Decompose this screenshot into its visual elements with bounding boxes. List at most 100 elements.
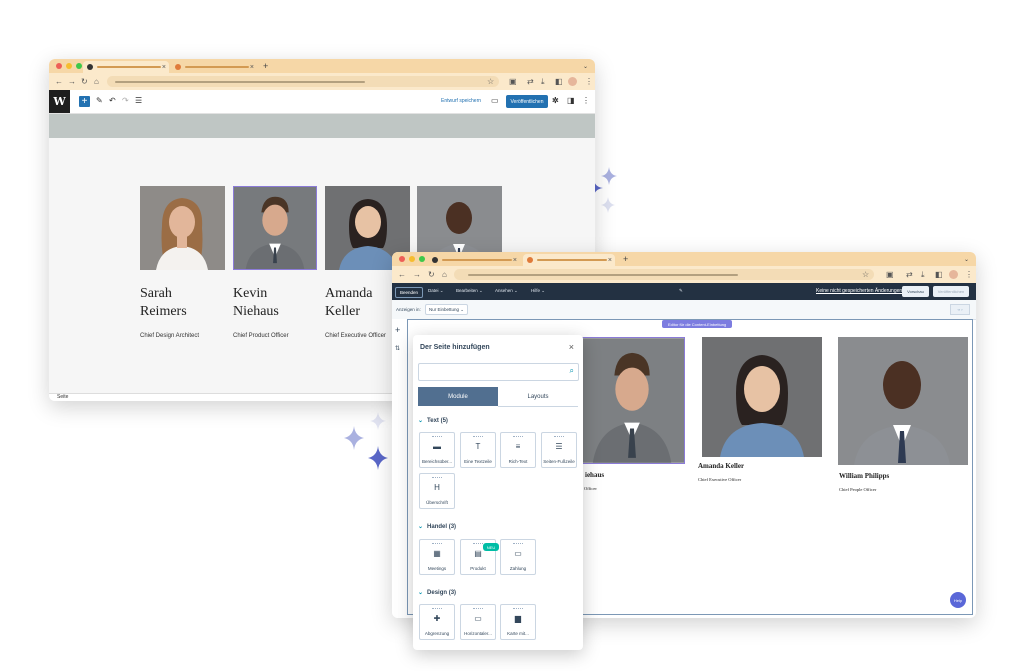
unsaved-changes-link[interactable]: Keine nicht gespeicherten Änderungen [816, 288, 902, 294]
module-divider[interactable]: ✚ Abgrenzung [419, 604, 455, 640]
module-card[interactable]: ▆ Karte mit... [500, 604, 536, 640]
reload-icon[interactable]: ↻ [428, 270, 435, 279]
close-icon[interactable]: × [569, 342, 574, 352]
tab-menu-icon[interactable]: ⌄ [964, 256, 969, 263]
browser-tab-1[interactable]: × [428, 254, 520, 266]
url-field[interactable] [107, 76, 499, 87]
options-icon[interactable]: ⋮ [582, 96, 590, 105]
profile-avatar[interactable] [949, 270, 958, 279]
sidepanel-icon[interactable]: ◧ [935, 270, 943, 279]
person-role: Chief Product Officer [233, 333, 289, 339]
photo-kevin[interactable] [233, 186, 317, 270]
pen-tool-icon[interactable]: ✎ [96, 96, 103, 105]
photo-sarah[interactable] [140, 186, 225, 270]
payment-icon: ▭ [514, 549, 522, 558]
layers-icon[interactable]: ⇅ [395, 345, 400, 352]
bookmark-icon[interactable]: ☆ [487, 77, 494, 86]
panel-title: Der Seite hinzufügen [420, 344, 490, 351]
tab-bar: × × + ⌄ [49, 59, 595, 73]
back-icon[interactable]: ← [55, 77, 63, 86]
hs-role-william: Chief People Officer [839, 487, 877, 492]
browser-menu-icon[interactable]: ⋮ [585, 77, 593, 86]
browser-tab-active[interactable]: × [83, 61, 169, 73]
add-block-button[interactable]: + [79, 96, 90, 107]
translate-icon[interactable]: ⇄ [906, 270, 913, 279]
settings-panel-icon[interactable]: ◨ [567, 96, 575, 105]
expand-icon[interactable]: ‹› › [950, 304, 970, 315]
extensions-icon[interactable]: ▣ [509, 77, 517, 86]
help-button[interactable]: Help [950, 592, 966, 608]
module-page-footer[interactable]: ☰ Seiten-Fußzeile [541, 432, 577, 468]
sidepanel-icon[interactable]: ◧ [555, 77, 563, 86]
module-single-line[interactable]: T Eine Textzeile [460, 432, 496, 468]
publish-button[interactable]: Veröffentlichen [506, 95, 548, 108]
redo-icon[interactable]: ↷ [122, 96, 129, 105]
module-heading[interactable]: H Überschrift [419, 473, 455, 509]
tab-modules[interactable]: Module [418, 387, 498, 406]
home-icon[interactable]: ⌂ [442, 270, 447, 279]
module-rich-text[interactable]: ≡ Rich-Text [500, 432, 536, 468]
menu-help[interactable]: Hilfe ⌄ [531, 288, 545, 294]
add-to-page-panel: Der Seite hinzufügen × ⌕ Module Layouts … [413, 335, 583, 650]
search-icon[interactable]: ⌕ [570, 366, 574, 376]
exit-button[interactable]: Beenden [395, 287, 424, 298]
preview-button[interactable]: Vorschau [902, 286, 929, 297]
module-search-input[interactable]: ⌕ [418, 363, 579, 381]
undo-icon[interactable]: ↶ [109, 96, 116, 105]
translate-icon[interactable]: ⇄ [527, 77, 534, 86]
hubspot-icon[interactable]: ✲ [552, 96, 559, 105]
hs-photo-amanda[interactable] [702, 337, 822, 457]
profile-avatar[interactable] [568, 77, 577, 86]
person-firstname: Kevin [233, 286, 268, 301]
show-in-label: Anzeigen in: [396, 307, 421, 312]
preview-device-icon[interactable]: ▭ [491, 96, 499, 105]
edit-pen-icon[interactable]: ✎ [679, 288, 683, 294]
header-band [49, 114, 595, 138]
module-section-header[interactable]: ▬ Bereichsüber... [419, 432, 455, 468]
module-meetings[interactable]: ▦ Meetings [419, 539, 455, 575]
extensions-icon[interactable]: ▣ [886, 270, 894, 279]
new-tab-icon[interactable]: + [623, 254, 628, 264]
menu-view[interactable]: Ansehen ⌄ [495, 288, 518, 294]
person-lastname: Niehaus [233, 304, 279, 319]
save-draft-link[interactable]: Entwurf speichern [441, 98, 481, 104]
hs-name-amanda: Amanda Keller [698, 462, 745, 470]
section-commerce[interactable]: ⌄ Handel (3) [418, 523, 456, 530]
module-horizontal[interactable]: ▭ Horizontaler... [460, 604, 496, 640]
menu-edit[interactable]: Bearbeiten ⌄ [456, 288, 483, 294]
rich-text-icon: ≡ [515, 442, 521, 451]
left-rail: + ⇅ [392, 319, 407, 618]
back-icon[interactable]: ← [398, 270, 406, 279]
browser-tab-2[interactable]: × [171, 61, 257, 73]
hs-name-william: William Philipps [839, 472, 890, 480]
publish-button[interactable]: Veröffentlichen [933, 286, 969, 297]
section-text[interactable]: ⌄ Text (5) [418, 417, 448, 424]
home-icon[interactable]: ⌂ [94, 77, 99, 86]
url-field[interactable] [454, 269, 874, 280]
module-payment[interactable]: ▭ Zahlung [500, 539, 536, 575]
browser-menu-icon[interactable]: ⋮ [965, 270, 973, 279]
add-module-icon[interactable]: + [395, 325, 400, 335]
hs-photo-kevin[interactable] [580, 337, 685, 464]
wordpress-logo-icon[interactable]: W [49, 90, 70, 113]
tab-menu-icon[interactable]: ⌄ [583, 63, 588, 70]
person-firstname: Sarah [140, 286, 172, 301]
menu-file[interactable]: Datei ⌄ [428, 288, 444, 294]
list-view-icon[interactable]: ☰ [135, 96, 142, 105]
browser-tab-active[interactable]: × [523, 254, 615, 266]
forward-icon[interactable]: → [413, 270, 421, 279]
download-icon[interactable]: ⤓ [541, 77, 545, 87]
reload-icon[interactable]: ↻ [81, 77, 88, 86]
tab-layouts[interactable]: Layouts [498, 387, 578, 407]
sparkle-decoration-2 [344, 412, 388, 470]
bookmark-icon[interactable]: ☆ [862, 270, 869, 279]
show-in-dropdown[interactable]: Nur Einbettung ⌄ [425, 304, 469, 315]
hubspot-editor-header: Beenden Datei ⌄ Bearbeiten ⌄ Ansehen ⌄ H… [392, 283, 976, 300]
wp-editor-toolbar: W + ✎ ↶ ↷ ☰ Entwurf speichern ▭ Veröffen… [49, 90, 595, 114]
hs-role-kevin: Officer [584, 486, 597, 491]
hs-photo-william[interactable] [838, 337, 968, 465]
forward-icon[interactable]: → [68, 77, 76, 86]
download-icon[interactable]: ⤓ [921, 270, 925, 280]
new-tab-icon[interactable]: + [263, 61, 268, 71]
section-design[interactable]: ⌄ Design (3) [418, 589, 456, 596]
